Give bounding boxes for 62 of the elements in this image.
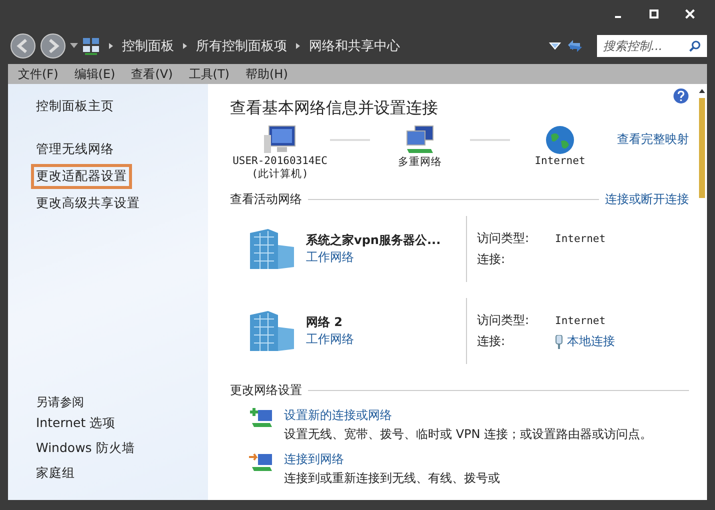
breadcrumb[interactable]: 所有控制面板项 <box>196 37 287 55</box>
computer-icon <box>263 125 297 155</box>
sidebar-link[interactable]: 控制面板主页 <box>31 94 119 119</box>
scroll-up-icon[interactable] <box>698 88 706 94</box>
building-icon <box>248 311 296 351</box>
sidebar-link[interactable]: 管理无线网络 <box>31 137 119 162</box>
breadcrumb[interactable]: 网络和共享中心 <box>309 37 400 55</box>
network-add-icon <box>248 407 274 429</box>
menu-item[interactable]: 查看(V) <box>131 66 173 82</box>
search-field[interactable]: 搜索控制... <box>597 35 707 57</box>
network-name: 系统之家vpn服务器公... <box>306 232 441 249</box>
building-icon <box>248 229 296 269</box>
forward-icon[interactable] <box>40 33 66 59</box>
node-label: USER-20160314EC <box>232 155 328 167</box>
menu-item[interactable]: 工具(T) <box>188 66 230 82</box>
task-description: 连接到或重新连接到无线、有线、拨号或 <box>284 470 500 487</box>
sidebar-link[interactable]: Internet 选项 <box>31 411 121 436</box>
full-map-link[interactable]: 查看完整映射 <box>617 131 689 148</box>
dropdown-icon[interactable] <box>549 42 561 50</box>
node-sublabel: (此计算机) <box>252 167 308 181</box>
connect-disconnect-link[interactable]: 连接或断开连接 <box>605 191 689 208</box>
see-also-heading: 另请参阅 <box>36 394 84 411</box>
task-link[interactable]: 设置新的连接或网络 <box>284 407 652 424</box>
network-connect-icon <box>248 451 274 473</box>
sidebar-link[interactable]: 更改高级共享设置 <box>31 191 145 216</box>
sidebar-link[interactable]: 更改适配器设置 <box>31 164 132 189</box>
task-link[interactable]: 连接到网络 <box>284 451 500 468</box>
dropdown-icon[interactable] <box>70 43 78 49</box>
maximize-icon[interactable] <box>649 9 659 19</box>
network-type-link[interactable]: 工作网络 <box>306 249 441 266</box>
field-label: 连接: <box>477 333 506 350</box>
node-label: Internet <box>534 155 586 167</box>
connection-link[interactable]: 本地连接 <box>567 333 615 350</box>
search-icon[interactable] <box>689 40 701 52</box>
plug-icon <box>555 334 563 348</box>
task-description: 设置无线、宽带、拨号、临时或 VPN 连接；或设置路由器或访问点。 <box>284 426 652 443</box>
network-type-link[interactable]: 工作网络 <box>306 331 354 348</box>
page-title: 查看基本网络信息并设置连接 <box>230 98 438 119</box>
network-name: 网络 2 <box>306 314 344 331</box>
node-label: 多重网络 <box>398 155 442 169</box>
scrollbar-thumb[interactable] <box>699 98 705 198</box>
chevron-icon[interactable] <box>296 43 300 49</box>
section-heading: 更改网络设置 <box>230 382 302 399</box>
field-label: 访问类型: <box>477 312 530 329</box>
field-value: Internet <box>555 232 606 244</box>
field-value: Internet <box>555 314 606 326</box>
close-icon[interactable] <box>685 9 695 19</box>
section-heading: 查看活动网络 <box>230 191 302 208</box>
field-label: 访问类型: <box>477 230 530 247</box>
menu-item[interactable]: 文件(F) <box>18 66 58 82</box>
chevron-icon[interactable] <box>109 43 113 49</box>
menu-item[interactable]: 编辑(E) <box>74 66 116 82</box>
globe-icon <box>545 125 575 155</box>
field-label: 连接: <box>477 251 506 268</box>
back-icon[interactable] <box>10 33 36 59</box>
breadcrumb[interactable]: 控制面板 <box>122 37 174 55</box>
chevron-icon[interactable] <box>183 43 187 49</box>
sidebar-link[interactable]: Windows 防火墙 <box>31 436 140 461</box>
sidebar-link[interactable]: 家庭组 <box>31 461 80 486</box>
control-panel-icon <box>82 37 100 55</box>
help-icon[interactable] <box>673 88 689 104</box>
menu-item[interactable]: 帮助(H) <box>246 66 288 82</box>
